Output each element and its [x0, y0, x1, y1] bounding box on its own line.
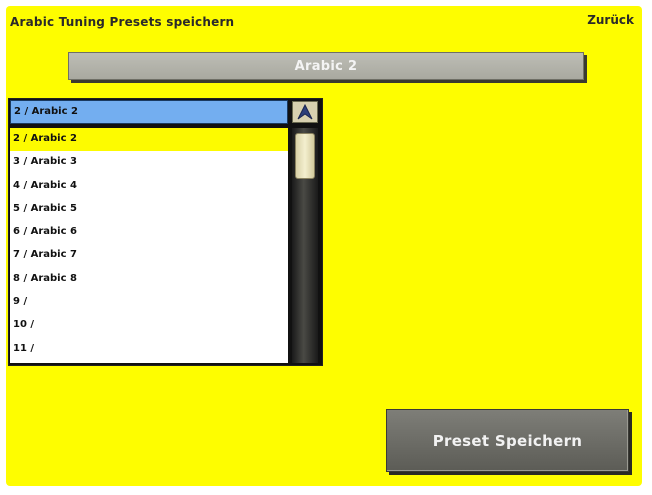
list-item[interactable]: 4 / Arabic 4: [10, 175, 288, 198]
preset-name-field[interactable]: Arabic 2: [68, 52, 584, 80]
list-item[interactable]: 9 /: [10, 291, 288, 314]
save-preset-button[interactable]: Preset Speichern: [386, 409, 629, 472]
scrollbar-thumb[interactable]: [295, 133, 315, 179]
list-scrollbar[interactable]: [292, 128, 318, 363]
back-button[interactable]: Zurück: [587, 13, 634, 27]
preset-dropdown: 2 / Arabic 2 2 / Arabic 2 3 / Arabic 3 4…: [8, 98, 323, 366]
page-title: Arabic Tuning Presets speichern: [10, 15, 235, 29]
up-arrow-icon: [297, 104, 313, 120]
dropdown-toggle-button[interactable]: [292, 101, 318, 123]
preset-list: 2 / Arabic 2 3 / Arabic 3 4 / Arabic 4 5…: [10, 128, 288, 363]
list-item[interactable]: 7 / Arabic 7: [10, 244, 288, 267]
list-item[interactable]: 5 / Arabic 5: [10, 198, 288, 221]
list-item[interactable]: 2 / Arabic 2: [10, 128, 288, 152]
dropdown-selected-value[interactable]: 2 / Arabic 2: [10, 100, 288, 124]
list-item[interactable]: 11 /: [10, 338, 288, 361]
list-item[interactable]: 10 /: [10, 314, 288, 337]
list-item[interactable]: 6 / Arabic 6: [10, 221, 288, 244]
list-item[interactable]: 8 / Arabic 8: [10, 268, 288, 291]
list-item[interactable]: 3 / Arabic 3: [10, 151, 288, 174]
screen: Arabic Tuning Presets speichern Zurück A…: [6, 6, 642, 486]
